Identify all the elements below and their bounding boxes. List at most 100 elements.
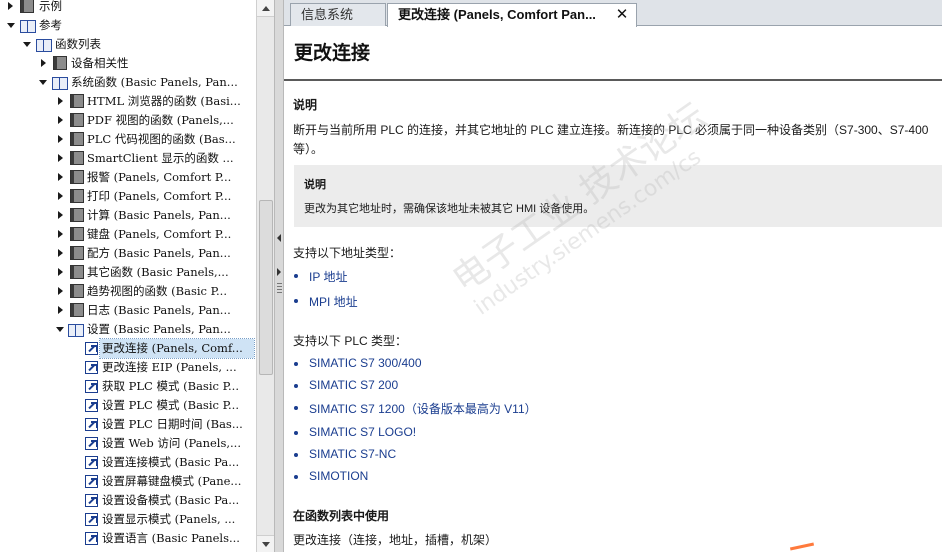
topic-page-icon [85,456,98,469]
expand-arrow-icon[interactable] [58,135,63,143]
bullet-icon [294,431,298,435]
tree-node-set-connection-mode[interactable]: 设置连接模式 (Basic Pa... [0,453,256,472]
expand-arrow-icon[interactable] [58,249,63,257]
tree-node-label: 示例 [39,0,62,13]
panel-splitter[interactable] [274,0,284,552]
book-closed-icon [70,132,84,146]
tree-node-function-list[interactable]: 函数列表 [0,35,256,54]
tree-node-change-connection-eip[interactable]: 更改连接 EIP (Panels, ... [0,358,256,377]
tree-node-set-language[interactable]: 设置语言 (Basic Panels... [0,529,256,548]
tab-strip: 信息系统 更改连接 (Panels, Comfort Pan... ✕ [284,0,942,27]
expand-arrow-icon[interactable] [41,59,46,67]
collapse-arrow-icon[interactable] [23,42,31,47]
tree-node-set-display-mode[interactable]: 设置显示模式 (Panels, ... [0,510,256,529]
tree-node-label: PLC 代码视图的函数 (Bas... [87,132,236,146]
book-closed-icon [70,151,84,165]
title-divider [284,79,942,81]
tree-node-alarms[interactable]: 报警 (Panels, Comfort P... [0,168,256,187]
expand-arrow-icon[interactable] [58,306,63,314]
tree-node-other-functions[interactable]: 其它函数 (Basic Panels,... [0,263,256,282]
expand-arrow-icon[interactable] [58,173,63,181]
plc-type-item: SIMATIC S7-NC [309,447,397,461]
expand-arrow-icon[interactable] [58,268,63,276]
tree-node-set-plc-mode[interactable]: 设置 PLC 模式 (Basic P... [0,396,256,415]
tree-node-pdf-view[interactable]: PDF 视图的函数 (Panels,... [0,111,256,130]
tree-node-examples[interactable]: 示例 [0,0,256,16]
plc-type-item: SIMATIC S7 LOGO! [309,425,417,439]
address-type-item: IP 地址 [309,270,348,284]
tab-label: 更改连接 (Panels, Comfort Pan... [398,7,596,22]
topic-page-icon [85,532,98,545]
tree-node-smartclient[interactable]: SmartClient 显示的函数 ... [0,149,256,168]
tree-node-reference[interactable]: 参考 [0,16,256,35]
tab-change-connection[interactable]: 更改连接 (Panels, Comfort Pan... ✕ [387,3,637,27]
tree-node-get-plc-mode[interactable]: 获取 PLC 模式 (Basic P... [0,377,256,396]
expand-arrow-icon[interactable] [58,154,63,162]
tree-node-plc-code-view[interactable]: PLC 代码视图的函数 (Bas... [0,130,256,149]
scroll-down-arrow-icon[interactable] [257,535,275,552]
topic-page-icon [85,513,98,526]
book-closed-icon [20,0,34,13]
tree-node-html-browser[interactable]: HTML 浏览器的函数 (Basi... [0,92,256,111]
book-closed-icon [70,284,84,298]
expand-right-icon[interactable] [277,268,281,276]
book-closed-icon [70,246,84,260]
tree-node-print[interactable]: 打印 (Panels, Comfort P... [0,187,256,206]
expand-arrow-icon[interactable] [58,287,63,295]
tree-node-keyboard[interactable]: 键盘 (Panels, Comfort P... [0,225,256,244]
scrollbar-thumb[interactable] [259,200,273,375]
collapse-arrow-icon[interactable] [7,23,15,28]
tree-vertical-scrollbar[interactable] [256,0,275,552]
bullet-icon [294,362,298,366]
tree-node-set-plc-datetime[interactable]: 设置 PLC 日期时间 (Bas... [0,415,256,434]
close-icon[interactable]: ✕ [614,6,630,24]
plc-type-item: SIMATIC S7 200 [309,378,399,392]
description-line-2: 等）。 [293,142,324,156]
tree-node-trend-view[interactable]: 趋势视图的函数 (Basic P... [0,282,256,301]
tab-information-system[interactable]: 信息系统 [290,3,386,26]
note-heading: 说明 [304,179,326,191]
splitter-grip-icon[interactable] [277,283,282,293]
tree-node-system-functions[interactable]: 系统函数 (Basic Panels, Pan... [0,73,256,92]
expand-arrow-icon[interactable] [58,97,63,105]
tree-node-change-connection[interactable]: 更改连接 (Panels, Comf... [0,338,256,359]
tree-node-device-dependency[interactable]: 设备相关性 [0,54,256,73]
scroll-up-arrow-icon[interactable] [257,0,275,17]
expand-arrow-icon[interactable] [8,2,13,10]
tree-node-set-web-access[interactable]: 设置 Web 访问 (Panels,... [0,434,256,453]
tree-node-label: 获取 PLC 模式 (Basic P... [102,379,239,393]
tree-node-set-screen-keyboard-mode[interactable]: 设置屏幕键盘模式 (Pane... [0,472,256,491]
topic-page-icon [85,418,98,431]
tree-node-label: 参考 [39,18,62,32]
bullet-icon [294,274,298,278]
tree-node-settings[interactable]: 设置 (Basic Panels, Pan... [0,320,256,339]
topic-page-icon [85,475,98,488]
book-closed-icon [70,208,84,222]
collapse-arrow-icon[interactable] [39,80,47,85]
tree-node-label: 设置显示模式 (Panels, ... [102,512,236,526]
tree-node-logs[interactable]: 日志 (Basic Panels, Pan... [0,301,256,320]
bullet-icon [294,384,298,388]
tree-node-calculation[interactable]: 计算 (Basic Panels, Pan... [0,206,256,225]
topic-page-icon [85,494,98,507]
tree-node-recipes[interactable]: 配方 (Basic Panels, Pan... [0,244,256,263]
address-type-item: MPI 地址 [309,295,358,309]
book-closed-icon [70,113,84,127]
description-heading: 说明 [293,98,318,112]
tree-node-label: 更改连接 (Panels, Comf... [99,338,255,359]
tree-node-label: 设置 PLC 模式 (Basic P... [102,398,239,412]
expand-arrow-icon[interactable] [58,116,63,124]
tree-node-label: 函数列表 [55,37,101,51]
book-closed-icon [70,265,84,279]
tree-node-set-device-mode[interactable]: 设置设备模式 (Basic Pa... [0,491,256,510]
expand-arrow-icon[interactable] [58,211,63,219]
tree-node-label: 键盘 (Panels, Comfort P... [87,227,232,241]
collapse-left-icon[interactable] [277,234,281,242]
tree-node-label: 其它函数 (Basic Panels,... [87,265,229,279]
tree-node-label: 设备相关性 [71,56,129,70]
collapse-arrow-icon[interactable] [56,327,64,332]
tree-node-label: 配方 (Basic Panels, Pan... [87,246,231,260]
navigation-tree: 示例 参考 函数列表 设备相关性 系统函数 (Basic Panels, Pan… [0,0,256,552]
expand-arrow-icon[interactable] [58,230,63,238]
expand-arrow-icon[interactable] [58,192,63,200]
